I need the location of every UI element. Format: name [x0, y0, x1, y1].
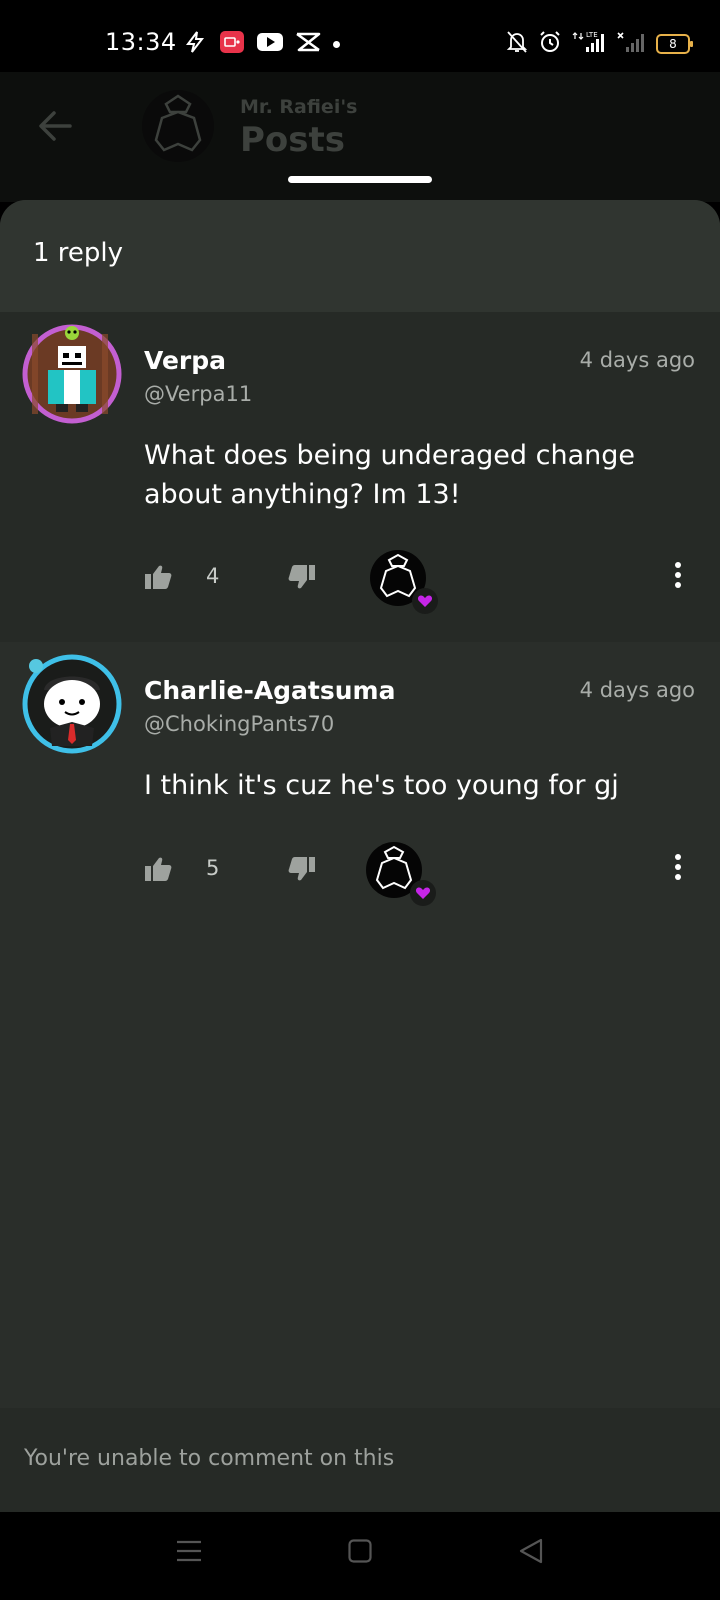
comment-author-name[interactable]: Charlie-Agatsuma: [144, 676, 395, 705]
home-icon[interactable]: [348, 1538, 372, 1568]
comment-timestamp: 4 days ago: [579, 348, 695, 372]
svg-text:LTE: LTE: [586, 31, 598, 39]
signal-no-service-icon: [616, 30, 646, 58]
comment-item: Verpa @Verpa11 4 days ago What does bein…: [0, 312, 720, 642]
status-bar: 13:34 LTE 8: [0, 0, 720, 72]
capcut-icon: [295, 31, 321, 57]
page-title: Posts: [240, 120, 346, 160]
more-options-icon[interactable]: [674, 854, 682, 884]
like-count: 5: [206, 856, 220, 880]
system-navigation-bar: [0, 1512, 720, 1600]
battery-icon: 8: [656, 34, 693, 54]
comment-actions: 5: [144, 842, 704, 906]
heart-icon: [410, 880, 436, 906]
signal-lte-icon: LTE: [572, 30, 606, 58]
comment-disabled-bar: You're unable to comment on this: [0, 1408, 720, 1513]
back-triangle-icon[interactable]: [518, 1538, 544, 1568]
like-count: 4: [206, 564, 220, 588]
comment-actions: 4: [144, 550, 704, 614]
status-icons-left: [183, 30, 340, 58]
comment-author-name[interactable]: Verpa: [144, 346, 226, 375]
more-options-icon[interactable]: [674, 562, 682, 592]
comment-item: Charlie-Agatsuma @ChokingPants70 4 days …: [0, 642, 720, 962]
youtube-icon: [257, 32, 283, 56]
thumbs-down-icon[interactable]: [288, 564, 316, 594]
comment-text: What does being underaged change about a…: [144, 440, 635, 510]
menu-icon[interactable]: [176, 1538, 202, 1568]
status-icons-right: LTE 8: [506, 30, 693, 58]
comment-author-handle: @ChokingPants70: [144, 712, 335, 736]
comment-text: I think it's cuz he's too young for gj: [144, 770, 619, 801]
back-arrow-icon[interactable]: [36, 108, 76, 148]
comment-author-handle: @Verpa11: [144, 382, 253, 406]
dot-icon: [333, 40, 340, 48]
alarm-icon: [538, 30, 562, 58]
avatar[interactable]: [22, 324, 122, 424]
sheet-header: 1 reply: [0, 200, 720, 312]
heart-icon: [412, 588, 438, 614]
thumbs-up-icon[interactable]: [144, 564, 172, 594]
bell-off-icon: [506, 30, 528, 58]
flash-icon: [183, 30, 207, 58]
comment-disabled-text: You're unable to comment on this: [24, 1446, 395, 1471]
comment-timestamp: 4 days ago: [579, 678, 695, 702]
status-time: 13:34: [105, 28, 177, 56]
reply-count: 1 reply: [33, 238, 124, 268]
sheet-drag-handle[interactable]: [288, 176, 432, 183]
profile-avatar: [142, 90, 214, 162]
screen-record-icon: [219, 30, 245, 58]
replies-sheet: 1 reply Verpa @Verpa11 4 days ago What d…: [0, 200, 720, 1512]
thumbs-down-icon[interactable]: [288, 856, 316, 886]
background-page-header: Mr. Rafiei's Posts: [0, 72, 720, 202]
thumbs-up-icon[interactable]: [144, 856, 172, 886]
avatar[interactable]: [22, 654, 122, 754]
page-subtitle: Mr. Rafiei's: [240, 96, 358, 118]
